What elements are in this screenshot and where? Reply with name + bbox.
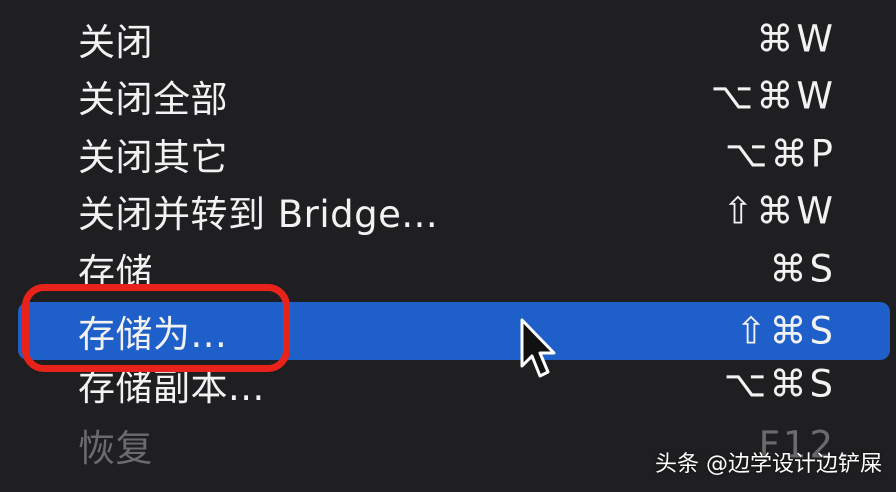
menu-item-shortcut: ⌥⌘S — [723, 362, 836, 406]
menu-item-label: 关闭 — [78, 21, 153, 64]
file-menu: 关闭 ⌘W 关闭全部 ⌥⌘W 关闭其它 ⌥⌘P 关闭并转到 Bridge... … — [0, 0, 896, 492]
menu-item-shortcut: ⇧⌘W — [722, 189, 836, 233]
menu-item-close-all[interactable]: 关闭全部 ⌥⌘W — [18, 67, 890, 125]
menu-item-label: 恢复 — [78, 427, 153, 470]
menu-item-close[interactable]: 关闭 ⌘W — [18, 10, 890, 68]
menu-item-shortcut: ⌥⌘W — [710, 74, 836, 118]
menu-item-shortcut: ⌘W — [756, 17, 836, 61]
menu-item-label: 关闭其它 — [78, 136, 228, 179]
menu-item-label: 关闭并转到 Bridge... — [78, 193, 439, 236]
menu-item-shortcut: ⌥⌘P — [725, 132, 836, 176]
watermark: 头条 @边学设计边铲屎 — [655, 452, 882, 477]
menu-item-shortcut: ⌘S — [769, 247, 836, 291]
red-highlight-annotation — [22, 284, 290, 372]
arrow-pointer-icon — [520, 318, 556, 378]
menu-item-close-and-go-to-bridge[interactable]: 关闭并转到 Bridge... ⇧⌘W — [18, 182, 890, 240]
menu-item-shortcut: ⇧⌘S — [735, 309, 836, 353]
menu-item-label: 关闭全部 — [78, 78, 228, 121]
menu-item-close-others[interactable]: 关闭其它 ⌥⌘P — [18, 125, 890, 183]
